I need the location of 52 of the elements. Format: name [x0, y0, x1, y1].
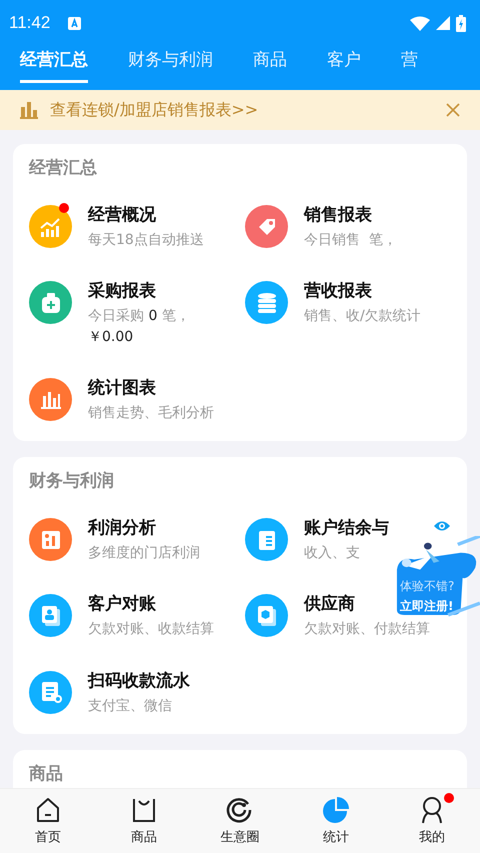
feature-title[interactable]: 销售报表 [304, 203, 372, 226]
feature-subtitle: 今日采购 0 笔，￥0.00 [88, 307, 191, 347]
nav-item[interactable]: 商品 [96, 789, 192, 853]
keyboard-icon [68, 16, 82, 30]
feature-icon[interactable] [245, 594, 288, 638]
feature-subtitle: 收入、支 [304, 544, 360, 564]
home-icon [34, 796, 62, 824]
feature-icon[interactable] [29, 594, 72, 638]
feature-title[interactable]: 营收报表 [304, 279, 372, 302]
feature-icon[interactable] [245, 205, 288, 248]
section-title: 经营汇总 [29, 157, 98, 179]
feature-icon[interactable] [29, 670, 72, 714]
nav-item[interactable]: 生意圈 [192, 789, 288, 853]
promo-text: 体验不错? [400, 578, 454, 595]
section-title: 商品 [29, 763, 64, 786]
battery-icon [456, 14, 466, 32]
wifi-icon [410, 16, 430, 30]
nav-item[interactable]: 我的 [384, 789, 480, 853]
feature-title[interactable]: 供应商 [304, 592, 355, 616]
feature-icon[interactable] [29, 378, 72, 421]
feature-icon[interactable] [245, 518, 288, 562]
feature-title[interactable]: 经营概况 [88, 203, 156, 226]
status-time: 11:42 [9, 13, 50, 33]
feature-title[interactable]: 客户对账 [88, 592, 156, 616]
pie-icon [322, 796, 350, 824]
nav-item[interactable]: 首页 [0, 789, 96, 853]
feature-subtitle: 多维度的门店利润 [88, 544, 200, 564]
feature-title[interactable]: 账户结余与 [304, 516, 389, 540]
section-title: 财务与利润 [29, 470, 115, 492]
circle-icon [226, 796, 254, 824]
bar-chart-icon [20, 101, 38, 119]
eye-icon[interactable] [433, 520, 451, 532]
feature-subtitle: 支付宝、微信 [88, 696, 172, 716]
nav-item[interactable]: 统计 [288, 789, 384, 853]
feature-icon[interactable] [245, 281, 288, 324]
feature-subtitle: 每天18点自动推送 [88, 231, 204, 250]
feature-title[interactable]: 采购报表 [88, 279, 156, 302]
feature-icon[interactable] [29, 518, 72, 562]
signal-icon [436, 16, 450, 30]
feature-subtitle: 今日销售 笔， [304, 231, 397, 250]
close-icon[interactable] [446, 103, 460, 117]
feature-subtitle: 销售走势、毛利分析 [88, 404, 214, 423]
feature-subtitle: 欠款对账、收款结算 [88, 620, 214, 640]
feature-icon[interactable] [29, 281, 72, 324]
bag-icon [130, 796, 158, 824]
feature-title[interactable]: 利润分析 [88, 516, 156, 540]
feature-subtitle: 欠款对账、付款结算 [304, 620, 430, 640]
feature-title[interactable]: 扫码收款流水 [88, 668, 190, 692]
feature-title[interactable]: 统计图表 [88, 376, 156, 399]
promo-text: 立即注册! [400, 598, 454, 615]
feature-icon[interactable] [29, 205, 72, 248]
feature-subtitle: 销售、收/欠款统计 [304, 307, 421, 326]
